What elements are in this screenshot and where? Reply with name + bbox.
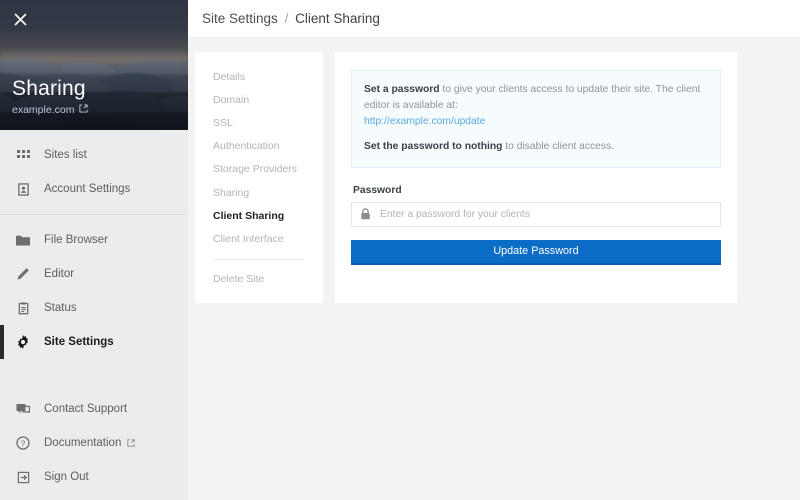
svg-text:?: ? <box>21 439 26 448</box>
subnav-item-client-interface[interactable]: Client Interface <box>195 227 323 250</box>
sidebar-item-contact-support[interactable]: Contact Support <box>0 392 188 426</box>
gear-icon <box>14 333 32 351</box>
sidebar-item-account-settings[interactable]: Account Settings <box>0 172 188 206</box>
sidebar-item-label: Site Settings <box>44 336 114 348</box>
notice-line-2-rest: to disable client access. <box>502 140 615 152</box>
chat-icon <box>14 400 32 418</box>
sidebar: Sharing example.com Sites list Account S… <box>0 0 188 500</box>
subnav-item-ssl[interactable]: SSL <box>195 111 323 134</box>
sidebar-item-label: Sites list <box>44 149 87 161</box>
pencil-icon <box>14 265 32 283</box>
password-label: Password <box>353 184 402 196</box>
external-link-icon <box>127 439 135 447</box>
update-password-button[interactable]: Update Password <box>351 239 721 265</box>
breadcrumb-current: Client Sharing <box>295 11 380 26</box>
sidebar-item-label: File Browser <box>44 234 108 246</box>
sidebar-item-site-settings[interactable]: Site Settings <box>0 325 188 359</box>
password-input[interactable] <box>380 208 712 220</box>
settings-subnav: Details Domain SSL Authentication Storag… <box>195 52 323 303</box>
folder-icon <box>14 231 32 249</box>
sidebar-item-label: Account Settings <box>44 183 131 195</box>
sign-out-icon <box>14 468 32 486</box>
subnav-item-authentication[interactable]: Authentication <box>195 135 323 158</box>
sidebar-group-account: Sites list Account Settings <box>0 130 188 214</box>
close-icon[interactable] <box>9 8 31 30</box>
subnav-item-domain[interactable]: Domain <box>195 88 323 111</box>
subnav-item-sharing[interactable]: Sharing <box>195 181 323 204</box>
subnav-divider <box>213 258 305 260</box>
sidebar-item-editor[interactable]: Editor <box>0 257 188 291</box>
clipboard-icon <box>14 299 32 317</box>
info-notice: Set a password to give your clients acce… <box>351 70 721 168</box>
client-sharing-panel: Set a password to give your clients acce… <box>335 52 737 303</box>
question-circle-icon: ? <box>14 434 32 452</box>
sidebar-item-label: Documentation <box>44 437 122 449</box>
notice-line-2-bold: Set the password to nothing <box>364 140 503 152</box>
password-input-wrapper[interactable] <box>351 201 721 227</box>
content-row: Details Domain SSL Authentication Storag… <box>188 38 800 303</box>
breadcrumb-separator: / <box>284 11 289 26</box>
notice-line-1: Set a password to give your clients acce… <box>364 82 708 130</box>
subnav-item-storage-providers[interactable]: Storage Providers <box>195 158 323 181</box>
app-window: Sharing example.com Sites list Account S… <box>0 0 800 500</box>
subnav-item-details[interactable]: Details <box>195 65 323 88</box>
notice-line-2: Set the password to nothing to disable c… <box>364 139 708 155</box>
sidebar-item-file-browser[interactable]: File Browser <box>0 223 188 257</box>
client-editor-link[interactable]: http://example.com/update <box>364 116 485 127</box>
sidebar-group-site: File Browser Editor Status Site Settings <box>0 215 188 367</box>
sidebar-item-label: Status <box>44 302 77 314</box>
sidebar-item-status[interactable]: Status <box>0 291 188 325</box>
top-bar: Site Settings / Client Sharing <box>188 0 800 38</box>
sidebar-item-sign-out[interactable]: Sign Out <box>0 460 188 494</box>
sidebar-group-support: Contact Support ? Documentation Sign Out <box>0 384 188 500</box>
subnav-item-client-sharing[interactable]: Client Sharing <box>195 204 323 227</box>
user-card-icon <box>14 180 32 198</box>
site-domain-label: example.com <box>12 104 75 116</box>
breadcrumb-parent[interactable]: Site Settings <box>202 11 278 26</box>
sidebar-item-documentation[interactable]: ? Documentation <box>0 426 188 460</box>
hero-text-block: Sharing example.com <box>12 76 89 116</box>
sidebar-item-label: Contact Support <box>44 403 128 415</box>
site-hero-banner: Sharing example.com <box>0 0 188 130</box>
subnav-item-delete-site[interactable]: Delete Site <box>195 268 323 291</box>
breadcrumb: Site Settings / Client Sharing <box>202 11 380 26</box>
external-link-icon <box>79 104 89 116</box>
grid-icon <box>14 146 32 164</box>
notice-line-1-bold: Set a password <box>364 84 440 95</box>
lock-icon <box>360 208 371 220</box>
sidebar-item-sites-list[interactable]: Sites list <box>0 138 188 172</box>
sidebar-item-label: Sign Out <box>44 471 89 483</box>
main-area: Site Settings / Client Sharing Details D… <box>188 0 800 500</box>
page-title: Sharing <box>12 76 86 100</box>
sidebar-item-label: Editor <box>44 268 75 280</box>
site-domain-link[interactable]: example.com <box>12 104 89 116</box>
